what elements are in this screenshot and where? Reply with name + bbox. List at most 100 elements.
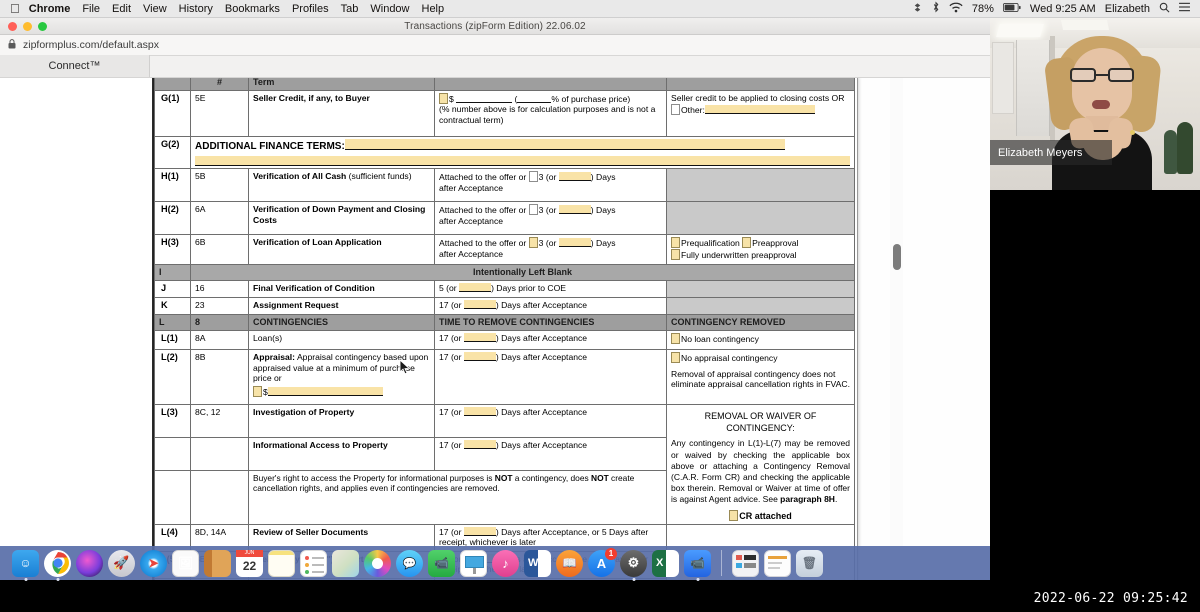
row-num-k: 23 xyxy=(190,297,249,316)
dock-item-launchpad[interactable]: 🚀 xyxy=(108,549,135,577)
table-row: L(3) 8C, 12 Investigation of Property 17… xyxy=(154,404,855,525)
dock-item-maps[interactable] xyxy=(332,549,359,577)
dock-item-itunes[interactable]: ♪ xyxy=(492,549,519,577)
menu-item-window[interactable]: Window xyxy=(370,3,409,15)
battery-icon[interactable] xyxy=(1002,2,1021,15)
document-scrollbar[interactable] xyxy=(890,78,903,580)
bluetooth-icon[interactable] xyxy=(932,1,940,16)
dock-item-photos[interactable] xyxy=(364,549,391,577)
row-id-i: I xyxy=(154,264,191,282)
checkbox-preapproval[interactable] xyxy=(742,237,752,249)
dock-item-chrome[interactable] xyxy=(44,549,71,581)
lock-icon xyxy=(8,38,16,52)
blank-j-days[interactable] xyxy=(459,283,492,293)
checkbox-prequalification[interactable] xyxy=(671,237,680,249)
wifi-icon[interactable] xyxy=(949,2,963,16)
blank-l2-days[interactable] xyxy=(463,352,496,362)
blank-l1-days[interactable] xyxy=(463,333,496,343)
menu-item-bookmarks[interactable]: Bookmarks xyxy=(225,3,280,15)
participant-video[interactable]: Elizabeth Meyers xyxy=(990,18,1200,190)
blank-k-days[interactable] xyxy=(463,300,496,310)
menu-item-chrome[interactable]: Chrome xyxy=(29,3,71,15)
blank-additional-finance-2[interactable] xyxy=(195,156,850,167)
dock-item-excel[interactable]: X xyxy=(652,549,679,577)
blank-info-access-days[interactable] xyxy=(463,439,496,449)
menu-item-tab[interactable]: Tab xyxy=(341,3,359,15)
blank-seller-credit-other[interactable] xyxy=(704,105,815,115)
blank-appraisal-amount[interactable] xyxy=(267,386,383,396)
macos-dock: ☺ 🚀 ➤ 🖼 JUN 22 💬 📹 ♪ W 📖 A 1 ⚙ X 📹 🗑 xyxy=(0,546,990,581)
blank-h3-days[interactable] xyxy=(558,238,591,248)
dock-item-appstore[interactable]: A 1 xyxy=(588,547,617,577)
seller-credit-other-label: Other: xyxy=(681,105,705,116)
document-left-gutter xyxy=(0,78,153,580)
glasses-icon xyxy=(1070,68,1134,82)
checkbox-seller-credit[interactable] xyxy=(439,92,448,104)
dock-item-safari[interactable]: ➤ xyxy=(140,549,167,577)
row-term-h1-bold: Verification of All Cash xyxy=(253,171,347,182)
tab-connect[interactable]: Connect™ xyxy=(0,55,150,77)
dock-item-zoom[interactable]: 📹 xyxy=(684,549,711,581)
checkbox-h1-days[interactable] xyxy=(528,171,538,183)
dock-item-preview[interactable]: 🖼 xyxy=(172,549,199,577)
row-time-k: 17 (or ) Days after Acceptance xyxy=(434,297,667,316)
dropbox-icon[interactable] xyxy=(912,2,923,16)
menu-item-history[interactable]: History xyxy=(179,3,213,15)
dock-item-downloads-stack[interactable] xyxy=(732,549,759,577)
checkbox-appraisal-amount[interactable] xyxy=(253,385,262,397)
control-center-icon[interactable] xyxy=(1179,2,1190,15)
menu-item-help[interactable]: Help xyxy=(422,3,445,15)
dock-item-keynote[interactable] xyxy=(460,549,487,577)
blank-seller-credit-pct[interactable] xyxy=(517,94,552,103)
seller-credit-note: Seller credit to be applied to closing c… xyxy=(671,92,845,103)
table-row: G(2) ADDITIONAL FINANCE TERMS: xyxy=(154,135,855,170)
checkbox-fully-underwritten[interactable] xyxy=(671,248,680,260)
apple-icon[interactable]:  xyxy=(10,2,20,15)
menu-item-file[interactable]: File xyxy=(82,3,100,15)
checkbox-cr-attached[interactable] xyxy=(729,509,739,521)
label-fully-underwritten: Fully underwritten preapproval xyxy=(681,249,797,260)
checkbox-no-appraisal-contingency[interactable] xyxy=(671,352,680,364)
dock-item-calendar[interactable]: JUN 22 xyxy=(236,549,263,577)
menu-item-view[interactable]: View xyxy=(143,3,167,15)
checkbox-seller-credit-other[interactable] xyxy=(671,104,680,116)
row-num-h1: 5B xyxy=(190,168,249,203)
blank-l3-days[interactable] xyxy=(463,407,496,417)
search-icon[interactable] xyxy=(1159,2,1170,16)
glass-door xyxy=(1016,40,1050,136)
document-scrollbar-thumb[interactable] xyxy=(893,244,901,270)
checkbox-h3-days[interactable] xyxy=(528,237,538,249)
row-id-h1: H(1) xyxy=(154,168,191,203)
dock-item-finder[interactable]: ☺ xyxy=(12,549,39,581)
address-bar[interactable]: zipformplus.com/default.aspx xyxy=(0,35,990,56)
checkbox-h2-days[interactable] xyxy=(528,204,538,216)
wall-mirror xyxy=(992,42,1014,114)
table-row: G(1) 5E Seller Credit, if any, to Buyer … xyxy=(154,89,855,137)
dock-item-messages[interactable]: 💬 xyxy=(396,549,423,577)
blank-h1-days[interactable] xyxy=(558,172,591,182)
menu-item-profiles[interactable]: Profiles xyxy=(292,3,329,15)
dock-item-siri[interactable] xyxy=(76,549,103,577)
blank-additional-finance-1[interactable] xyxy=(344,138,785,150)
appstore-badge: 1 xyxy=(605,547,617,560)
dock-item-facetime[interactable]: 📹 xyxy=(428,549,455,577)
page-content: # Term G(1) 5E Seller Credit, if any, to… xyxy=(0,78,990,580)
blank-l4-days[interactable] xyxy=(463,526,496,536)
menu-item-edit[interactable]: Edit xyxy=(112,3,131,15)
blank-h2-days[interactable] xyxy=(558,205,591,215)
checkbox-no-loan-contingency[interactable] xyxy=(671,333,680,345)
dock-item-notes[interactable] xyxy=(268,549,295,577)
dock-item-settings[interactable]: ⚙ xyxy=(620,549,647,581)
dock-item-books[interactable]: 📖 xyxy=(556,549,583,577)
row-removed-h2 xyxy=(666,201,855,236)
dock-item-trash[interactable]: 🗑 xyxy=(796,549,823,577)
removal-panel-body: Any contingency in L(1)-L(7) may be remo… xyxy=(671,438,850,504)
dock-item-contacts[interactable] xyxy=(204,549,231,577)
table-row: L(1) 8A Loan(s) 17 (or ) Days after Acce… xyxy=(154,330,855,351)
dock-item-recent-window[interactable] xyxy=(764,549,791,577)
menubar-clock[interactable]: Wed 9:25 AM xyxy=(1030,3,1096,15)
menubar-user[interactable]: Elizabeth xyxy=(1105,3,1150,15)
dock-item-word[interactable]: W xyxy=(524,549,551,577)
dock-item-reminders[interactable] xyxy=(300,549,327,577)
blank-seller-credit-amount[interactable] xyxy=(456,94,513,103)
